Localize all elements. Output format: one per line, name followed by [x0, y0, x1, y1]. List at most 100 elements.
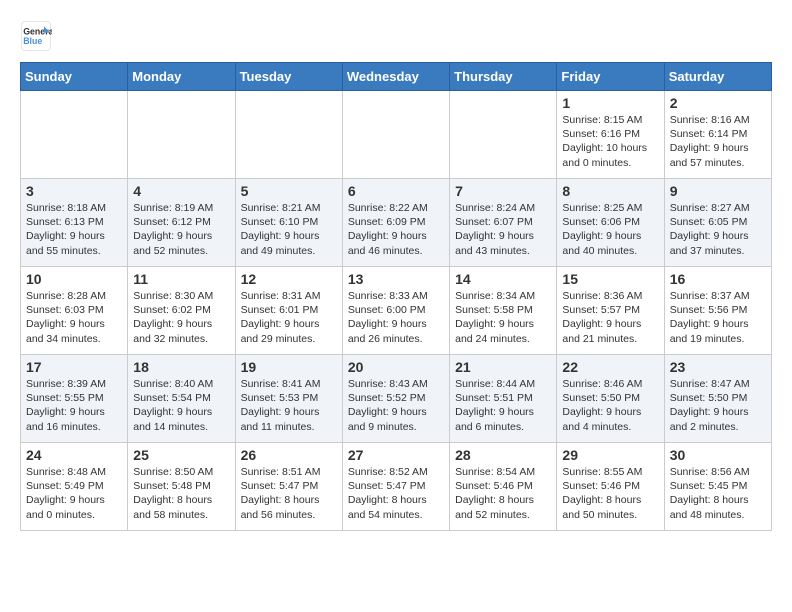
calendar-cell: 1 Sunrise: 8:15 AM Sunset: 6:16 PM Daylig… [557, 91, 664, 179]
day-detail: Sunrise: 8:48 AM Sunset: 5:49 PM Dayligh… [26, 465, 122, 522]
calendar-table: SundayMondayTuesdayWednesdayThursdayFrid… [20, 62, 772, 531]
calendar-cell: 30Sunrise: 8:56 AM Sunset: 5:45 PM Dayli… [664, 443, 771, 531]
day-number: 27 [348, 447, 444, 463]
weekday-header: Thursday [450, 63, 557, 91]
day-detail: Sunrise: 8:39 AM Sunset: 5:55 PM Dayligh… [26, 377, 122, 434]
calendar-cell: 27 Sunrise: 8:52 AM Sunset: 5:47 PM Dayli… [342, 443, 449, 531]
page-header: General Blue [20, 20, 772, 52]
calendar-cell [21, 91, 128, 179]
day-number: 24 [26, 447, 122, 463]
day-number: 1 [562, 95, 658, 111]
calendar-cell: 24 Sunrise: 8:48 AM Sunset: 5:49 PM Dayli… [21, 443, 128, 531]
calendar-cell: 11 Sunrise: 8:30 AM Sunset: 6:02 PM Dayli… [128, 267, 235, 355]
day-detail: Sunrise: 8:36 AM Sunset: 5:57 PM Dayligh… [562, 289, 658, 346]
calendar-week-row: 10 Sunrise: 8:28 AM Sunset: 6:03 PM Dayli… [21, 267, 772, 355]
day-detail: Sunrise: 8:43 AM Sunset: 5:52 PM Dayligh… [348, 377, 444, 434]
calendar-cell: 2 Sunrise: 8:16 AM Sunset: 6:14 PM Daylig… [664, 91, 771, 179]
calendar-cell: 9 Sunrise: 8:27 AM Sunset: 6:05 PM Daylig… [664, 179, 771, 267]
calendar-cell: 21 Sunrise: 8:44 AM Sunset: 5:51 PM Dayli… [450, 355, 557, 443]
day-number: 2 [670, 95, 766, 111]
day-number: 10 [26, 271, 122, 287]
day-number: 4 [133, 183, 229, 199]
day-detail: Sunrise: 8:28 AM Sunset: 6:03 PM Dayligh… [26, 289, 122, 346]
day-detail: Sunrise: 8:16 AM Sunset: 6:14 PM Dayligh… [670, 113, 766, 170]
day-detail: Sunrise: 8:55 AM Sunset: 5:46 PM Dayligh… [562, 465, 658, 522]
day-detail: Sunrise: 8:41 AM Sunset: 5:53 PM Dayligh… [241, 377, 337, 434]
day-number: 3 [26, 183, 122, 199]
day-number: 21 [455, 359, 551, 375]
calendar-cell [342, 91, 449, 179]
weekday-header: Monday [128, 63, 235, 91]
calendar-cell: 8 Sunrise: 8:25 AM Sunset: 6:06 PM Daylig… [557, 179, 664, 267]
day-detail: Sunrise: 8:50 AM Sunset: 5:48 PM Dayligh… [133, 465, 229, 522]
day-number: 19 [241, 359, 337, 375]
day-number: 6 [348, 183, 444, 199]
day-detail: Sunrise: 8:27 AM Sunset: 6:05 PM Dayligh… [670, 201, 766, 258]
day-detail: Sunrise: 8:31 AM Sunset: 6:01 PM Dayligh… [241, 289, 337, 346]
calendar-cell: 17 Sunrise: 8:39 AM Sunset: 5:55 PM Dayli… [21, 355, 128, 443]
day-detail: Sunrise: 8:21 AM Sunset: 6:10 PM Dayligh… [241, 201, 337, 258]
day-number: 13 [348, 271, 444, 287]
calendar-cell: 23Sunrise: 8:47 AM Sunset: 5:50 PM Dayli… [664, 355, 771, 443]
calendar-week-row: 17 Sunrise: 8:39 AM Sunset: 5:55 PM Dayli… [21, 355, 772, 443]
calendar-cell: 29 Sunrise: 8:55 AM Sunset: 5:46 PM Dayli… [557, 443, 664, 531]
calendar-cell: 25 Sunrise: 8:50 AM Sunset: 5:48 PM Dayli… [128, 443, 235, 531]
calendar-cell [235, 91, 342, 179]
day-number: 15 [562, 271, 658, 287]
day-detail: Sunrise: 8:15 AM Sunset: 6:16 PM Dayligh… [562, 113, 658, 170]
calendar-cell: 13Sunrise: 8:33 AM Sunset: 6:00 PM Dayli… [342, 267, 449, 355]
day-number: 20 [348, 359, 444, 375]
day-detail: Sunrise: 8:25 AM Sunset: 6:06 PM Dayligh… [562, 201, 658, 258]
logo-icon: General Blue [20, 20, 52, 52]
day-number: 14 [455, 271, 551, 287]
day-detail: Sunrise: 8:44 AM Sunset: 5:51 PM Dayligh… [455, 377, 551, 434]
calendar-cell: 15 Sunrise: 8:36 AM Sunset: 5:57 PM Dayli… [557, 267, 664, 355]
day-detail: Sunrise: 8:34 AM Sunset: 5:58 PM Dayligh… [455, 289, 551, 346]
calendar-cell [128, 91, 235, 179]
day-detail: Sunrise: 8:47 AM Sunset: 5:50 PM Dayligh… [670, 377, 766, 434]
day-number: 26 [241, 447, 337, 463]
day-detail: Sunrise: 8:40 AM Sunset: 5:54 PM Dayligh… [133, 377, 229, 434]
calendar-cell: 22Sunrise: 8:46 AM Sunset: 5:50 PM Dayli… [557, 355, 664, 443]
calendar-cell: 18 Sunrise: 8:40 AM Sunset: 5:54 PM Dayli… [128, 355, 235, 443]
day-number: 25 [133, 447, 229, 463]
day-number: 9 [670, 183, 766, 199]
calendar-week-row: 24 Sunrise: 8:48 AM Sunset: 5:49 PM Dayli… [21, 443, 772, 531]
day-detail: Sunrise: 8:30 AM Sunset: 6:02 PM Dayligh… [133, 289, 229, 346]
svg-text:Blue: Blue [23, 36, 42, 46]
day-detail: Sunrise: 8:22 AM Sunset: 6:09 PM Dayligh… [348, 201, 444, 258]
calendar-cell: 6 Sunrise: 8:22 AM Sunset: 6:09 PM Daylig… [342, 179, 449, 267]
calendar-week-row: 3 Sunrise: 8:18 AM Sunset: 6:13 PM Daylig… [21, 179, 772, 267]
logo: General Blue [20, 20, 58, 52]
day-number: 18 [133, 359, 229, 375]
day-detail: Sunrise: 8:52 AM Sunset: 5:47 PM Dayligh… [348, 465, 444, 522]
weekday-header: Friday [557, 63, 664, 91]
weekday-header-row: SundayMondayTuesdayWednesdayThursdayFrid… [21, 63, 772, 91]
day-detail: Sunrise: 8:37 AM Sunset: 5:56 PM Dayligh… [670, 289, 766, 346]
calendar-cell [450, 91, 557, 179]
day-number: 17 [26, 359, 122, 375]
day-detail: Sunrise: 8:24 AM Sunset: 6:07 PM Dayligh… [455, 201, 551, 258]
weekday-header: Wednesday [342, 63, 449, 91]
calendar-cell: 3 Sunrise: 8:18 AM Sunset: 6:13 PM Daylig… [21, 179, 128, 267]
day-number: 28 [455, 447, 551, 463]
calendar-cell: 28 Sunrise: 8:54 AM Sunset: 5:46 PM Dayli… [450, 443, 557, 531]
day-number: 8 [562, 183, 658, 199]
day-detail: Sunrise: 8:54 AM Sunset: 5:46 PM Dayligh… [455, 465, 551, 522]
weekday-header: Saturday [664, 63, 771, 91]
calendar-cell: 7 Sunrise: 8:24 AM Sunset: 6:07 PM Daylig… [450, 179, 557, 267]
calendar-cell: 5 Sunrise: 8:21 AM Sunset: 6:10 PM Daylig… [235, 179, 342, 267]
day-number: 16 [670, 271, 766, 287]
day-number: 29 [562, 447, 658, 463]
calendar-cell: 16 Sunrise: 8:37 AM Sunset: 5:56 PM Dayli… [664, 267, 771, 355]
calendar-cell: 12 Sunrise: 8:31 AM Sunset: 6:01 PM Dayli… [235, 267, 342, 355]
day-detail: Sunrise: 8:56 AM Sunset: 5:45 PM Dayligh… [670, 465, 766, 522]
day-number: 5 [241, 183, 337, 199]
weekday-header: Sunday [21, 63, 128, 91]
day-detail: Sunrise: 8:18 AM Sunset: 6:13 PM Dayligh… [26, 201, 122, 258]
day-number: 11 [133, 271, 229, 287]
day-detail: Sunrise: 8:19 AM Sunset: 6:12 PM Dayligh… [133, 201, 229, 258]
day-number: 12 [241, 271, 337, 287]
day-number: 7 [455, 183, 551, 199]
calendar-cell: 14 Sunrise: 8:34 AM Sunset: 5:58 PM Dayli… [450, 267, 557, 355]
